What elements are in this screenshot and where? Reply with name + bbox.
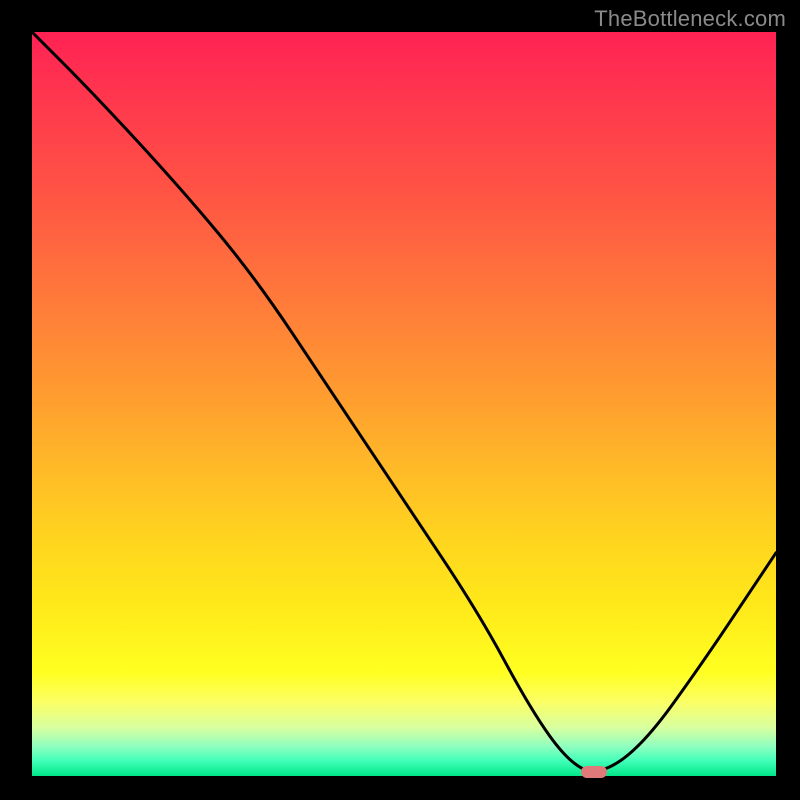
chart-frame: TheBottleneck.com — [0, 0, 800, 800]
plot-area — [32, 32, 776, 776]
bottleneck-curve — [32, 32, 776, 776]
watermark-label: TheBottleneck.com — [594, 6, 786, 32]
optimal-point-marker — [581, 766, 607, 778]
